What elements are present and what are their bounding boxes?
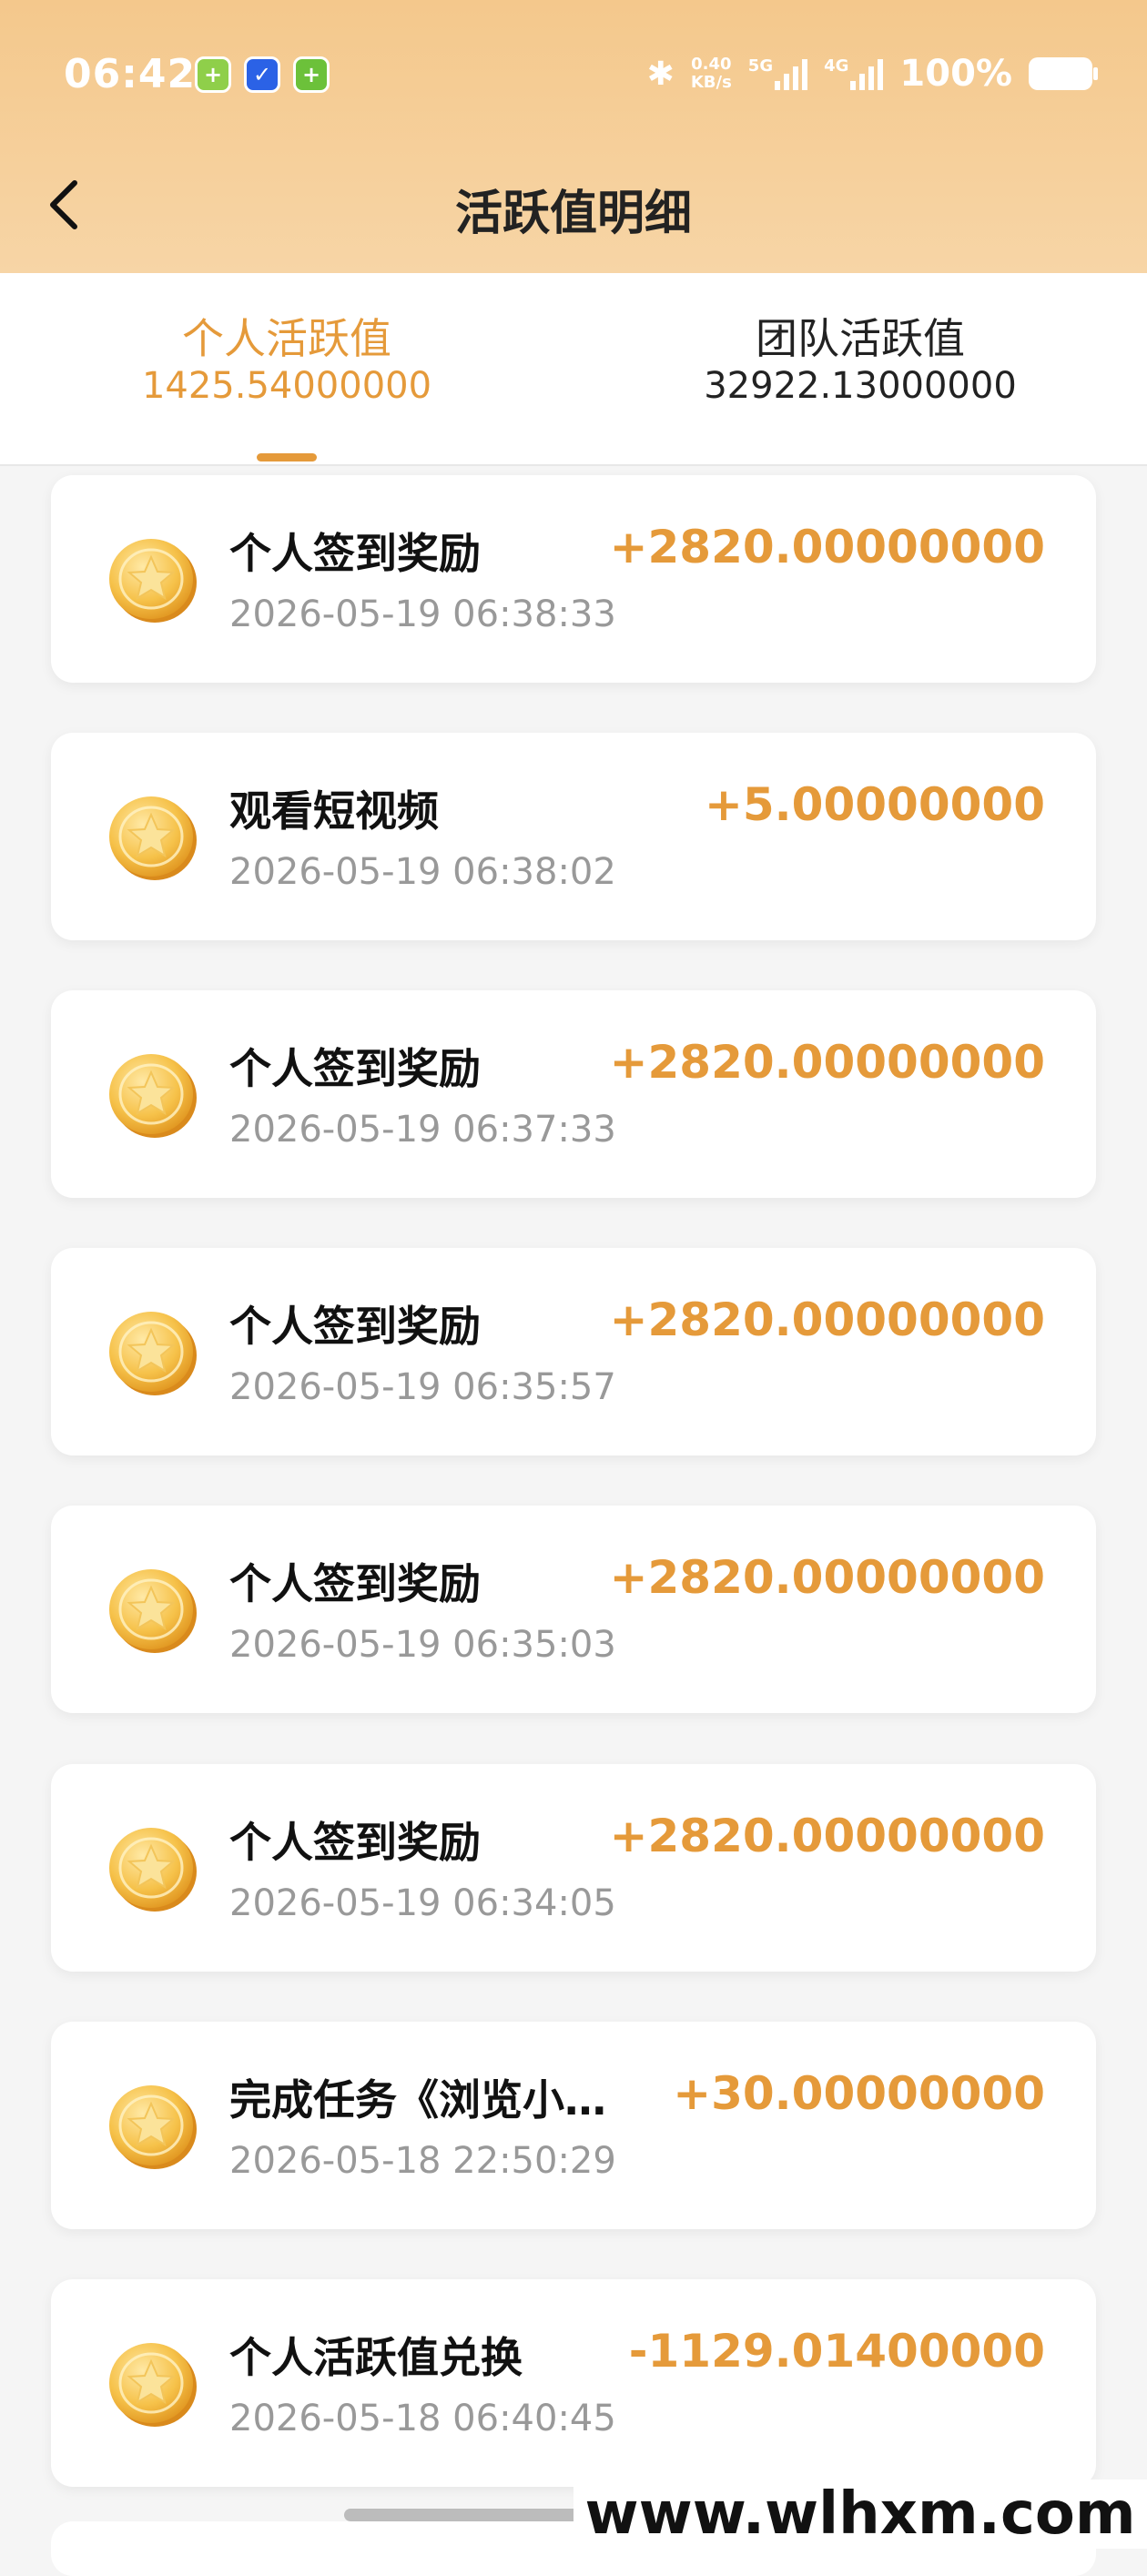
record-time: 2026-05-19 06:38:33 [229,593,616,635]
notification-icons: + ✓ + [195,56,330,93]
record-time: 2026-05-18 06:40:45 [229,2398,616,2439]
record-amount: +5.00000000 [705,778,1045,831]
record-amount: -1129.01400000 [628,2325,1045,2378]
star-coin-icon [109,1312,197,1395]
record-title: 个人签到奖励 [229,1559,481,1608]
record-title: 个人活跃值兑换 [229,2333,523,2382]
record-amount: +2820.00000000 [609,1810,1045,1862]
record-time: 2026-05-18 22:50:29 [229,2140,616,2182]
tab-label: 个人活跃值 [182,314,391,363]
tab-value: 1425.54000000 [141,365,432,407]
star-coin-icon [109,1828,197,1912]
status-time: 06:42 [64,51,197,97]
shield-app-icon: ✓ [244,56,280,93]
sim1-label: 5G [747,56,774,76]
watermark: www.wlhxm.com [574,2480,1147,2549]
battery-percent: 100% [899,53,1012,95]
tab-value: 32922.13000000 [704,365,1017,407]
record-title: 个人签到奖励 [229,1302,481,1351]
list-item[interactable]: 完成任务《浏览小… 2026-05-18 22:50:29 +30.00000000 [51,2022,1096,2229]
list-item[interactable]: 观看短视频 2026-05-19 06:38:02 +5.00000000 [51,733,1096,940]
record-time: 2026-05-19 06:35:03 [229,1624,616,1666]
record-time: 2026-05-19 06:37:33 [229,1109,616,1151]
record-amount: +2820.00000000 [609,521,1045,573]
record-time: 2026-05-19 06:38:02 [229,851,616,893]
record-title: 完成任务《浏览小… [229,2075,606,2125]
star-coin-icon [109,539,197,623]
page-title: 活跃值明细 [454,187,692,241]
list-item[interactable]: 个人签到奖励 2026-05-19 06:35:03 +2820.00000000 [51,1506,1096,1713]
tab-bar: 个人活跃值 1425.54000000 团队活跃值 32922.13000000 [0,273,1147,466]
bluetooth-icon: ✱ [646,55,675,93]
tab-team-activity[interactable]: 团队活跃值 32922.13000000 [574,313,1147,408]
tab-personal-activity[interactable]: 个人活跃值 1425.54000000 [0,313,574,408]
app-notification-icon: + [293,56,330,93]
record-amount: +2820.00000000 [609,1293,1045,1346]
record-amount: +30.00000000 [673,2067,1045,2120]
battery-icon [1029,57,1098,90]
record-title: 观看短视频 [229,786,439,836]
list-item[interactable]: 个人签到奖励 2026-05-19 06:34:05 +2820.00000000 [51,1764,1096,1972]
list-item[interactable]: 个人活跃值兑换 2026-05-18 06:40:45 -1129.01400000 [51,2279,1096,2487]
record-title: 个人签到奖励 [229,529,481,578]
star-coin-icon [109,1054,197,1138]
header-bar: 06:42 + ✓ + ✱ 0.40 KB/s 5G 4G 100% 活跃值明细 [0,0,1147,273]
star-coin-icon [109,2085,197,2169]
list-item[interactable]: 个人签到奖励 2026-05-19 06:38:33 +2820.00000000 [51,475,1096,683]
star-coin-icon [109,2343,197,2427]
list-item[interactable]: 个人签到奖励 2026-05-19 06:37:33 +2820.00000000 [51,990,1096,1198]
active-tab-indicator [257,453,317,461]
record-title: 个人签到奖励 [229,1044,481,1093]
signal-icon [775,57,808,90]
sim2-label: 4G [824,56,849,76]
system-icons: ✱ 0.40 KB/s 5G 4G 100% [646,53,1098,95]
star-coin-icon [109,796,197,880]
record-amount: +2820.00000000 [609,1036,1045,1089]
list-item[interactable]: 个人签到奖励 2026-05-19 06:35:57 +2820.00000000 [51,1248,1096,1455]
status-bar: 06:42 + ✓ + ✱ 0.40 KB/s 5G 4G 100% [0,0,1147,146]
network-speed: 0.40 KB/s [690,55,732,92]
app-notification-icon: + [195,56,231,93]
record-time: 2026-05-19 06:35:57 [229,1366,616,1408]
tab-label: 团队活跃值 [756,314,965,363]
record-time: 2026-05-19 06:34:05 [229,1882,616,1924]
star-coin-icon [109,1569,197,1653]
signal-icon [850,57,884,90]
record-amount: +2820.00000000 [609,1551,1045,1604]
record-title: 个人签到奖励 [229,1818,481,1867]
